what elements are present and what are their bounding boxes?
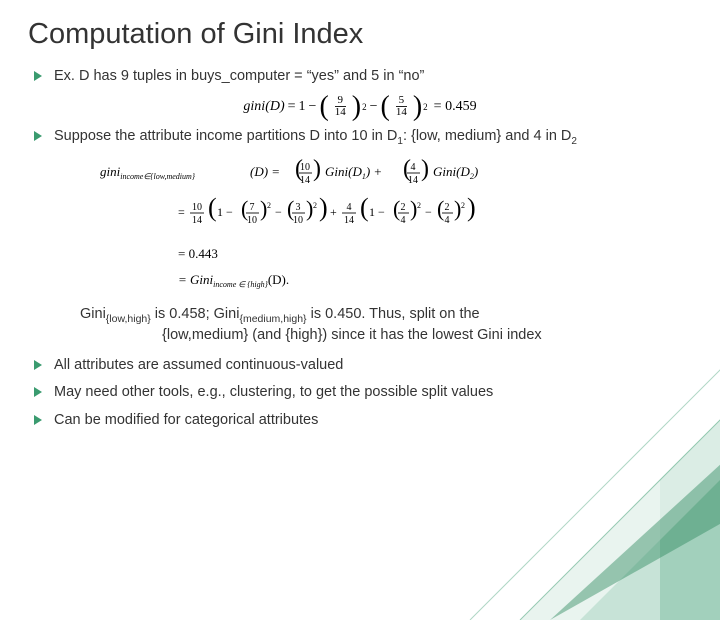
svg-text:+: + [330,205,337,219]
svg-text:Gini(D1) +: Gini(D1) + [325,164,382,181]
svg-text:2: 2 [313,201,317,210]
eq1-exp1: 2 [362,102,367,112]
svg-text:2: 2 [417,201,421,210]
svg-text:1 −: 1 − [217,205,233,219]
svg-text:=: = [178,205,185,219]
eq1-rhs: = 0.459 [434,99,477,115]
eq1-minus-1: − [309,99,317,115]
eq1-one: 1 [299,99,306,115]
svg-text:2: 2 [267,201,271,210]
gini-label-4: {low,medium} (and {high}) since it has t… [80,326,692,346]
bullet-2: Suppose the attribute income partitions … [32,127,692,148]
svg-text:): ) [467,193,476,222]
bullet-2-text-b: : {low, medium} and 4 in D [403,128,571,144]
gini-sub-1: {low,high} [106,313,151,325]
bullet-3: All attributes are assumed continuous-va… [32,356,692,376]
svg-text:4: 4 [445,215,450,226]
svg-text:(: ( [208,193,217,222]
svg-text:4: 4 [411,162,416,173]
eq1-den2: 14 [393,107,410,119]
gini-sub-2: {medium,high} [239,313,306,325]
svg-text:(D) =: (D) = [250,164,280,179]
svg-text:10: 10 [293,215,303,226]
eq1-minus-2: − [370,99,378,115]
equation-gini-d: gini(D) = 1 − ( 914 )2 − ( 514 )2 = 0.45… [28,95,692,119]
svg-text:(: ( [437,196,444,221]
svg-text:1 −: 1 − [369,205,385,219]
svg-text:): ) [421,156,429,182]
bullet-2-sub2: 2 [571,136,577,147]
equation-gini-income: giniincome∈{low,medium} (D) = ( 10 14 ) … [90,156,630,301]
svg-text:giniincome∈{low,medium}: giniincome∈{low,medium} [100,164,196,181]
svg-text:−: − [275,205,282,219]
svg-text:): ) [313,156,321,182]
svg-text:): ) [319,193,328,222]
slide-title: Computation of Gini Index [28,18,692,51]
gini-conclusion: Gini{low,high} is 0.458; Gini{medium,hig… [28,305,692,346]
svg-text:−: − [425,205,432,219]
bullet-1-yes: “yes” [307,68,339,84]
eq1-exp2: 2 [423,102,428,112]
bullet-4: May need other tools, e.g., clustering, … [32,383,692,403]
bullet-2-text-a: Suppose the attribute income partitions … [54,128,397,144]
svg-text:10: 10 [247,215,257,226]
bullet-1-no: “no” [399,68,425,84]
svg-text:14: 14 [408,175,418,186]
svg-text:= 0.443: = 0.443 [178,246,218,261]
svg-text:(: ( [393,196,400,221]
svg-text:(: ( [360,193,369,222]
bullet-1-text-b: and 5 in [339,68,399,84]
svg-text:2: 2 [401,202,406,213]
svg-text:10: 10 [300,162,310,173]
svg-text:14: 14 [192,215,202,226]
bullet-1-text-a: Ex. D has 9 tuples in buys_computer = [54,68,307,84]
eq1-den1: 14 [332,107,349,119]
svg-text:7: 7 [250,202,255,213]
svg-text:= Giniincome ∈ {high}(D).: = Giniincome ∈ {high}(D). [178,272,289,289]
gini-label-3: is 0.450. Thus, split on the [307,306,480,322]
eq1-equals: = [288,99,296,115]
bullet-5: Can be modified for categorical attribut… [32,411,692,431]
svg-text:4: 4 [401,215,406,226]
svg-text:2: 2 [461,201,465,210]
gini-label-2: is 0.458; Gini [151,306,240,322]
bullet-1: Ex. D has 9 tuples in buys_computer = “y… [32,67,692,87]
svg-text:4: 4 [347,202,352,213]
svg-text:14: 14 [344,215,354,226]
svg-text:2: 2 [445,202,450,213]
eq1-lhs: gini(D) [243,99,284,115]
svg-text:14: 14 [300,175,310,186]
svg-text:10: 10 [192,202,202,213]
svg-text:3: 3 [296,202,301,213]
gini-label-1: Gini [80,306,106,322]
svg-text:Gini(D2): Gini(D2) [433,164,478,181]
